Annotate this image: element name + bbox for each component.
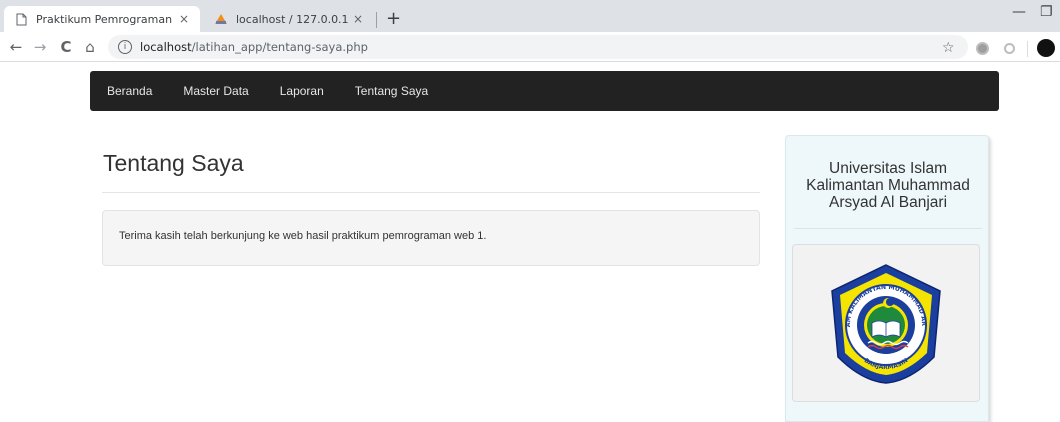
nav-laporan[interactable]: Laporan <box>280 84 324 98</box>
close-icon[interactable]: × <box>176 12 192 26</box>
university-logo-frame: UNIVERSITAS ISLAM KALIMANTAN MUHAMMAD AR… <box>792 244 980 402</box>
close-icon[interactable]: × <box>350 12 366 26</box>
profile-avatar[interactable] <box>1037 39 1055 57</box>
url-path: /latihan_app/tentang-saya.php <box>191 40 368 54</box>
university-logo: UNIVERSITAS ISLAM KALIMANTAN MUHAMMAD AR… <box>826 261 941 384</box>
sidebar-panel: Universitas Islam Kalimantan Muhammad Ar… <box>785 135 989 422</box>
info-icon[interactable]: i <box>118 40 132 54</box>
site-navbar: Beranda Master Data Laporan Tentang Saya <box>90 71 999 111</box>
tab-praktikum[interactable]: Praktikum Pemrograman Web × <box>4 6 200 32</box>
extension-icon[interactable] <box>976 42 989 55</box>
page-icon <box>14 12 28 26</box>
message-well: Terima kasih telah berkunjung ke web has… <box>102 210 760 266</box>
browser-toolbar: ← → C ⌂ i localhost/latihan_app/tentang-… <box>0 32 1060 62</box>
sidebar-divider <box>794 228 982 229</box>
new-tab-button[interactable]: + <box>386 8 401 29</box>
bookmark-star-icon[interactable]: ☆ <box>942 40 955 56</box>
phpmyadmin-icon <box>214 12 228 26</box>
page-title: Tentang Saya <box>103 150 244 176</box>
nav-beranda[interactable]: Beranda <box>107 84 152 98</box>
forward-button[interactable]: → <box>30 37 50 57</box>
minimize-button[interactable]: — <box>1012 4 1026 20</box>
tab-phpmyadmin[interactable]: localhost / 127.0.0.1 / uniska_lati × <box>204 6 374 32</box>
restore-button[interactable]: ❐ <box>1040 4 1053 20</box>
back-button[interactable]: ← <box>6 37 26 57</box>
nav-tentang-saya[interactable]: Tentang Saya <box>355 84 428 98</box>
extension-circle-icon[interactable] <box>1004 43 1015 54</box>
university-name: Universitas Islam Kalimantan Muhammad Ar… <box>806 160 970 211</box>
url-host: localhost <box>140 40 192 54</box>
title-divider <box>102 192 760 193</box>
tab-title: localhost / 127.0.0.1 / uniska_lati <box>236 12 350 26</box>
tab-divider <box>376 12 377 28</box>
toolbar-divider <box>1027 41 1028 57</box>
home-button[interactable]: ⌂ <box>80 37 100 57</box>
reload-button[interactable]: C <box>56 37 76 57</box>
browser-tab-strip: Praktikum Pemrograman Web × localhost / … <box>0 0 1060 32</box>
nav-master-data[interactable]: Master Data <box>183 84 248 98</box>
address-bar[interactable]: i localhost/latihan_app/tentang-saya.php <box>108 35 968 59</box>
thank-you-message: Terima kasih telah berkunjung ke web has… <box>119 230 487 242</box>
tab-title: Praktikum Pemrograman Web <box>36 12 176 26</box>
